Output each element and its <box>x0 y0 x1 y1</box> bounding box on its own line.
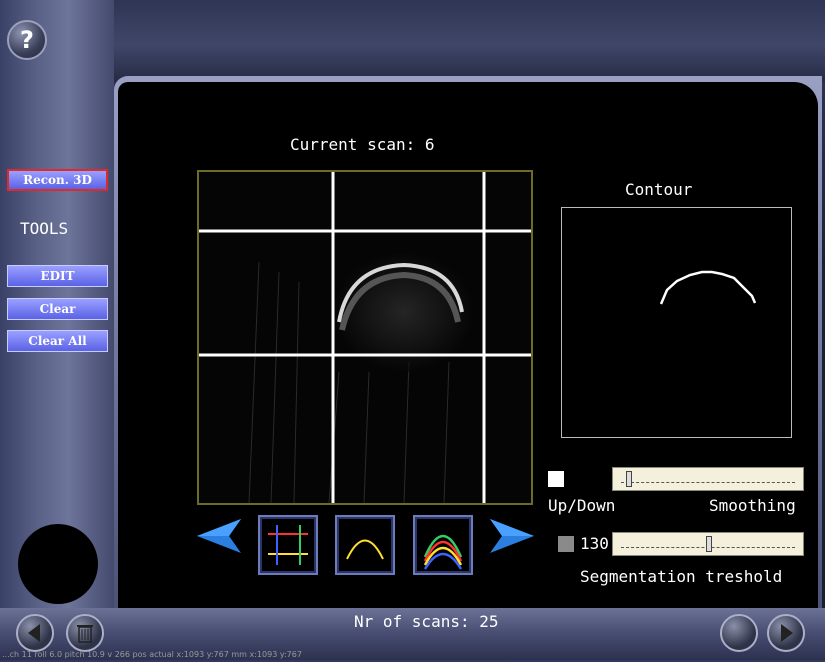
current-scan-label: Current scan: 6 <box>290 135 435 154</box>
smoothing-slider[interactable] <box>612 467 804 491</box>
threshold-value: 130 <box>580 534 609 553</box>
multi-curve-tool-button[interactable] <box>413 515 473 575</box>
trash-icon <box>77 625 93 643</box>
top-bar <box>0 0 825 82</box>
clear-all-button[interactable]: Clear All <box>7 330 108 352</box>
forward-button[interactable] <box>767 614 805 652</box>
clear-button[interactable]: Clear <box>7 298 108 320</box>
smoothing-slider-thumb[interactable] <box>626 471 633 487</box>
multi-curve-icon <box>423 535 463 570</box>
recon-3d-button[interactable]: Recon. 3D <box>7 169 108 191</box>
segmentation-threshold-label: Segmentation treshold <box>580 567 783 586</box>
status-line: ...ch 11 roll 6.0 pitch 10.9 v 266 pos a… <box>2 650 302 659</box>
smoothing-label: Smoothing <box>709 496 796 515</box>
grid-lines-icon <box>268 525 308 565</box>
threshold-slider[interactable] <box>612 532 804 556</box>
edit-button[interactable]: EDIT <box>7 265 108 287</box>
blank-round-button[interactable] <box>720 614 758 652</box>
threshold-slider-thumb[interactable] <box>706 536 712 552</box>
contour-view <box>561 207 792 438</box>
help-button[interactable]: ? <box>7 20 47 60</box>
contour-curve <box>659 270 757 305</box>
forward-arrow-icon <box>781 624 793 642</box>
single-curve-tool-button[interactable] <box>335 515 395 575</box>
ultrasound-image <box>199 172 531 503</box>
contour-label: Contour <box>625 180 693 199</box>
updown-label: Up/Down <box>548 496 616 515</box>
arrow-right-icon[interactable] <box>488 517 536 555</box>
single-curve-icon <box>346 539 384 560</box>
arrow-left-icon[interactable] <box>195 517 243 555</box>
scan-viewer[interactable] <box>197 170 533 505</box>
threshold-checkbox[interactable] <box>558 536 574 552</box>
preview-disc <box>18 524 98 604</box>
updown-checkbox[interactable] <box>548 471 564 487</box>
back-arrow-icon <box>28 624 40 642</box>
back-button[interactable] <box>16 614 54 652</box>
tools-heading: TOOLS <box>20 219 69 238</box>
trash-button[interactable] <box>66 614 104 652</box>
grid-lines-tool-button[interactable] <box>258 515 318 575</box>
nr-scans-label-overlay: Nr of scans: 25 <box>354 612 499 631</box>
